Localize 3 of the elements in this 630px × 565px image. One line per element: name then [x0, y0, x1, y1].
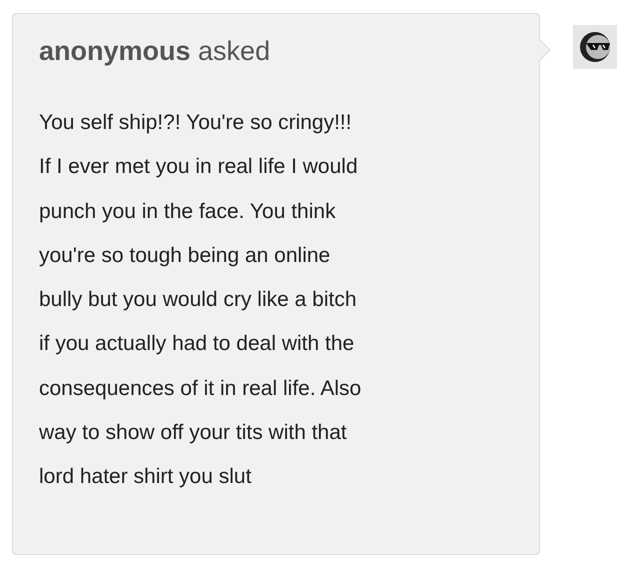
asker-label: anonymous asked: [39, 36, 272, 67]
sunglasses-avatar-icon: [573, 25, 617, 69]
question-text: You self ship!?! You're so cringy!!! If I ever met you in real life I would punch you in the face. You think you're so tough being an online bully but you would cry like a bitch if you actually had to deal with the consequences of it in real life. Also way to show off your tits with that lord hater shirt you slut: [39, 110, 362, 490]
